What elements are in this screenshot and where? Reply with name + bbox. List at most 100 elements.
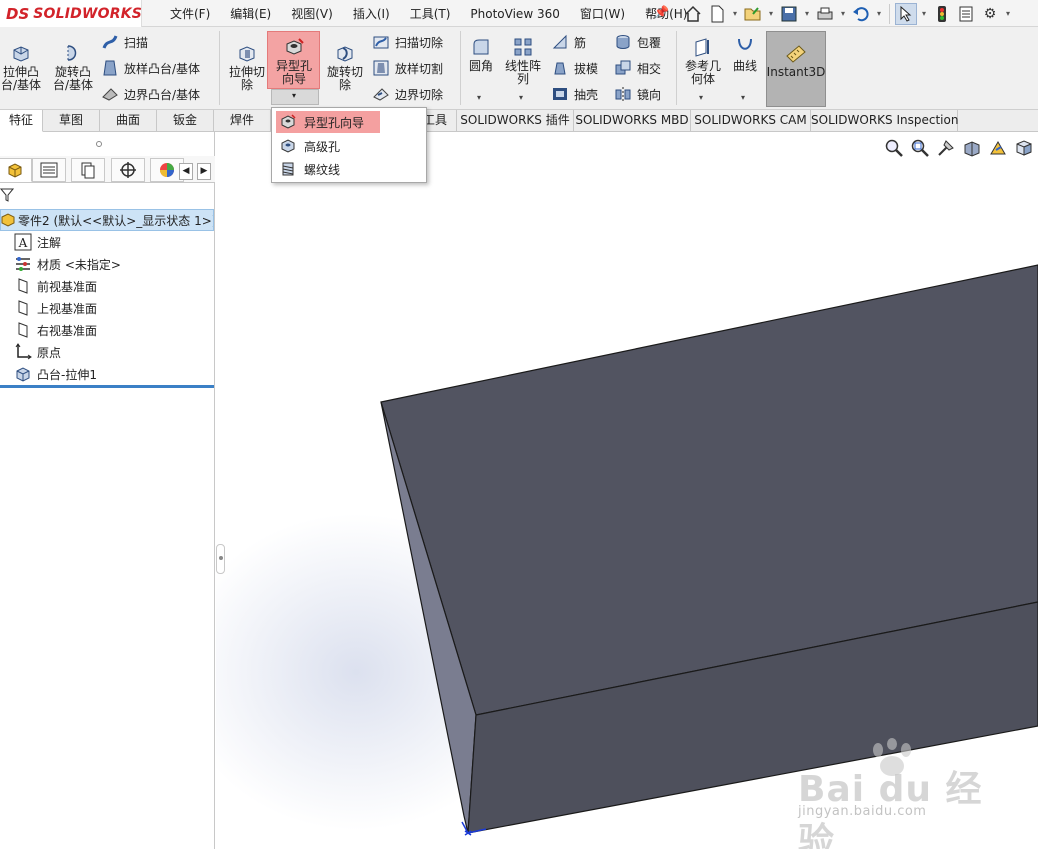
- sweep-cut-button[interactable]: 扫描切除: [372, 33, 443, 51]
- revolve-boss-button[interactable]: 旋转凸 台/基体: [50, 42, 96, 92]
- rollback-bar[interactable]: [0, 385, 214, 388]
- view-orientation-icon[interactable]: [1013, 137, 1035, 159]
- home-icon[interactable]: [682, 3, 704, 25]
- menu-item-label: 异型孔向导: [304, 115, 365, 130]
- tab-solidworks-addins[interactable]: SOLIDWORKS 插件: [457, 110, 574, 132]
- section-view-icon[interactable]: [961, 137, 983, 159]
- boundary-boss-button[interactable]: 边界凸台/基体: [101, 85, 200, 103]
- shell-button[interactable]: 抽壳: [551, 85, 598, 103]
- tree-item-annotations[interactable]: A 注解: [14, 232, 61, 252]
- filter-icon[interactable]: [0, 188, 14, 202]
- linear-pattern-button[interactable]: 线性阵 列: [500, 36, 546, 86]
- instant3d-label-group[interactable]: Instant3D: [766, 42, 826, 79]
- save-icon[interactable]: [778, 3, 800, 25]
- chevron-down-icon[interactable]: ▾: [1003, 9, 1013, 18]
- tree-item-boss-extrude1[interactable]: 凸台-拉伸1: [14, 364, 97, 384]
- chevron-down-icon[interactable]: ▾: [802, 9, 812, 18]
- extrude-boss-label: 拉伸凸 台/基体: [0, 65, 42, 92]
- menu-item-hole-wizard[interactable]: 异型孔向导: [276, 111, 380, 133]
- part-cube-icon: [8, 163, 22, 178]
- hole-wizard-dropdown-arrow[interactable]: ▾: [271, 89, 319, 105]
- ribbon-divider: [676, 31, 677, 105]
- panel-grip-icon[interactable]: [96, 141, 102, 147]
- curves-button[interactable]: 曲线: [729, 36, 761, 73]
- draft-button[interactable]: 拔模: [551, 59, 598, 77]
- chevron-down-icon[interactable]: ▾: [766, 9, 776, 18]
- gear-icon[interactable]: ⚙: [979, 3, 1001, 25]
- panel-collapse-handle[interactable]: [216, 544, 225, 574]
- file-properties-icon[interactable]: [955, 3, 977, 25]
- tab-features[interactable]: 特征: [0, 110, 43, 132]
- fillet-button[interactable]: 圆角: [466, 36, 496, 73]
- menu-edit[interactable]: 编辑(E): [220, 4, 281, 24]
- loft-boss-button[interactable]: 放样凸台/基体: [101, 59, 200, 77]
- print-icon[interactable]: [814, 3, 836, 25]
- chevron-down-icon[interactable]: ▾: [519, 93, 523, 102]
- tree-item-right-plane[interactable]: 右视基准面: [14, 320, 97, 340]
- tree-item-front-plane[interactable]: 前视基准面: [14, 276, 97, 296]
- open-folder-icon[interactable]: [742, 3, 764, 25]
- tab-sheet-metal[interactable]: 钣金: [157, 110, 214, 132]
- dynamic-annotation-icon[interactable]: [987, 137, 1009, 159]
- loft-cut-icon: [373, 60, 389, 76]
- tab-solidworks-mbd[interactable]: SOLIDWORKS MBD: [574, 110, 691, 132]
- rib-button[interactable]: 筋: [551, 33, 586, 51]
- zoom-to-area-icon[interactable]: [909, 137, 931, 159]
- extrude-feature-icon: [16, 367, 30, 382]
- menu-item-thread[interactable]: 螺纹线: [276, 158, 423, 180]
- menu-window[interactable]: 窗口(W): [570, 4, 635, 24]
- reference-geometry-button[interactable]: 参考几 何体: [681, 36, 725, 86]
- chevron-down-icon[interactable]: ▾: [699, 93, 703, 102]
- mirror-button[interactable]: 镜向: [614, 85, 661, 103]
- chevron-down-icon[interactable]: ▾: [919, 9, 929, 18]
- tree-item-origin[interactable]: 原点: [14, 342, 61, 362]
- pin-icon[interactable]: 📌: [654, 5, 669, 19]
- tab-solidworks-inspection[interactable]: SOLIDWORKS Inspection: [811, 110, 958, 132]
- traffic-light-icon[interactable]: [931, 3, 953, 25]
- tab-scroll-right-icon[interactable]: ▶: [197, 163, 211, 180]
- curves-icon: [738, 38, 752, 50]
- loft-cut-button[interactable]: 放样切割: [372, 59, 443, 77]
- wrap-button[interactable]: 包覆: [614, 33, 661, 51]
- undo-icon[interactable]: [850, 3, 872, 25]
- extrude-boss-button[interactable]: 拉伸凸 台/基体: [0, 42, 42, 92]
- intersect-button[interactable]: 相交: [614, 59, 661, 77]
- chevron-down-icon[interactable]: ▾: [477, 93, 481, 102]
- sweep-cut-label: 扫描切除: [395, 35, 444, 50]
- menu-item-advanced-hole[interactable]: 高级孔: [276, 135, 423, 157]
- menu-tools[interactable]: 工具(T): [400, 4, 461, 24]
- new-document-icon[interactable]: [706, 3, 728, 25]
- tree-item-top-plane[interactable]: 上视基准面: [14, 298, 97, 318]
- configuration-manager-tab[interactable]: [71, 158, 105, 182]
- revolve-cut-button[interactable]: 旋转切 除: [323, 42, 367, 92]
- chevron-down-icon[interactable]: ▾: [838, 9, 848, 18]
- solidworks-logo[interactable]: DS SOLIDWORKS: [0, 0, 142, 27]
- shell-label: 抽壳: [574, 87, 599, 102]
- property-manager-tab[interactable]: [32, 158, 66, 182]
- menu-photoview[interactable]: PhotoView 360: [460, 4, 569, 24]
- chevron-down-icon[interactable]: ▾: [741, 93, 745, 102]
- previous-view-icon[interactable]: [935, 137, 957, 159]
- tab-weldments[interactable]: 焊件: [214, 110, 271, 132]
- menu-file[interactable]: 文件(F): [160, 4, 220, 24]
- boundary-cut-icon: [373, 88, 389, 101]
- tab-solidworks-cam[interactable]: SOLIDWORKS CAM: [691, 110, 811, 132]
- sweep-button[interactable]: 扫描: [101, 33, 148, 51]
- tab-sketch[interactable]: 草图: [43, 110, 100, 132]
- menu-view[interactable]: 视图(V): [281, 4, 343, 24]
- select-arrow-icon[interactable]: [895, 2, 917, 25]
- dimxpert-manager-tab[interactable]: [111, 158, 145, 182]
- part-root-node[interactable]: 零件2 (默认<<默认>_显示状态 1>): [0, 209, 214, 231]
- tab-surfaces[interactable]: 曲面: [100, 110, 157, 132]
- chevron-down-icon[interactable]: ▾: [874, 9, 884, 18]
- tab-scroll-left-icon[interactable]: ◀: [179, 163, 193, 180]
- menu-insert[interactable]: 插入(I): [343, 4, 400, 24]
- boundary-cut-button[interactable]: 边界切除: [372, 85, 443, 103]
- extrude-cut-button[interactable]: 拉伸切 除: [225, 42, 269, 92]
- feature-manager-tab[interactable]: [0, 158, 32, 182]
- hole-wizard-label-group[interactable]: 异型孔 向导: [270, 36, 318, 86]
- chevron-down-icon[interactable]: ▾: [730, 9, 740, 18]
- tree-item-material[interactable]: 材质 <未指定>: [14, 254, 121, 274]
- hole-wizard-icon: [281, 114, 296, 129]
- zoom-to-fit-icon[interactable]: [883, 137, 905, 159]
